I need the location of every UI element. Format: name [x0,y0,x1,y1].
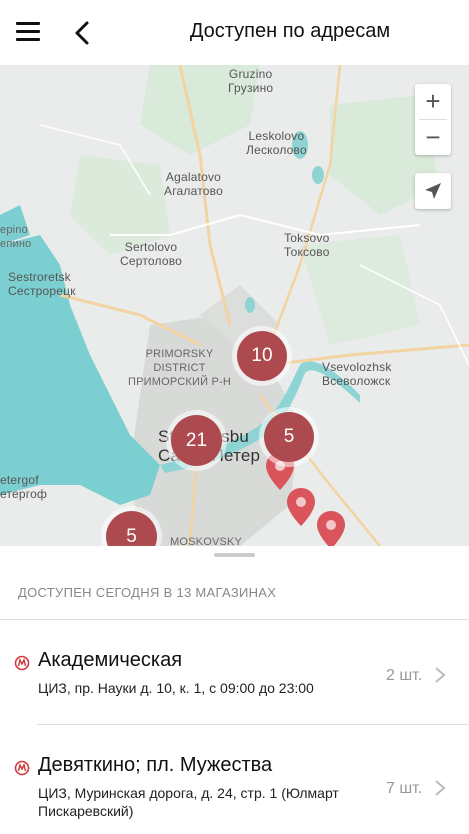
map-label-leskolovo: Leskolovo Лесколово [246,129,307,157]
zoom-out-button[interactable]: − [415,120,451,155]
zoom-in-button[interactable]: + [415,84,451,119]
zoom-control: + − [415,84,451,155]
map-label-agalatovo: Agalatovo Агалатово [164,170,223,198]
available-stores-heading: ДОСТУПЕН СЕГОДНЯ В 13 МАГАЗИНАХ [18,585,277,600]
my-location-button[interactable] [415,173,451,209]
store-address: ЦИЗ, пр. Науки д. 10, к. 1, с 09:00 до 2… [38,680,314,696]
map-label-primorsky: PRIMORSKY DISTRICT ПРИМОРСКИЙ Р-Н [128,348,232,388]
page-title: Доступен по адресам [189,20,391,42]
list-divider [37,724,469,725]
cluster-marker-5[interactable]: 5 [264,412,314,462]
map-label-sestroretsk: Sestroretsk Сестрорецк [8,270,76,298]
hamburger-menu-icon[interactable] [16,22,40,42]
section-divider [0,619,469,620]
stores-map[interactable]: Gruzino Грузино Leskolovo Лесколово Agalat… [0,65,469,546]
map-background [0,65,469,546]
chevron-right-icon [435,780,446,796]
store-list-item[interactable]: Девяткино; пл. Мужества ЦИЗ, Муринская д… [0,754,469,826]
map-label-vsevolozhsk: Vsevolozhsk Всеволожск [322,360,392,388]
cluster-marker-10[interactable]: 10 [237,331,287,381]
store-pin-marker[interactable] [315,509,347,546]
map-label-gruzino: Gruzino Грузино [228,67,274,95]
store-quantity: 2 шт. [386,667,423,684]
store-list-item[interactable]: Академическая ЦИЗ, пр. Науки д. 10, к. 1… [0,649,469,715]
store-address: ЦИЗ, Муринская дорога, д. 24, стр. 1 (Юл… [38,785,339,819]
back-arrow-icon[interactable] [72,20,94,46]
map-label-moskovsky: MOSKOVSKY [170,536,243,546]
cluster-marker-21[interactable]: 21 [171,415,222,466]
metro-icon [14,760,30,776]
navigation-arrow-icon [425,183,441,199]
store-name: Девяткино; пл. Мужества [38,754,273,776]
store-pin-marker[interactable] [285,486,317,528]
map-label-peterhof: etergof етергоф [0,473,48,501]
store-name: Академическая [38,649,183,671]
metro-icon [14,655,30,671]
app-header: Доступен по адресам [0,0,469,65]
map-label-sertolovo: Sertolovo Сертолово [120,240,183,268]
store-quantity: 7 шт. [386,780,423,797]
chevron-right-icon [435,667,446,683]
map-label-repino: ерino епино [0,224,32,250]
map-label-toksovo: Toksovo Токсово [284,231,330,259]
bottom-sheet-handle[interactable] [214,553,255,557]
